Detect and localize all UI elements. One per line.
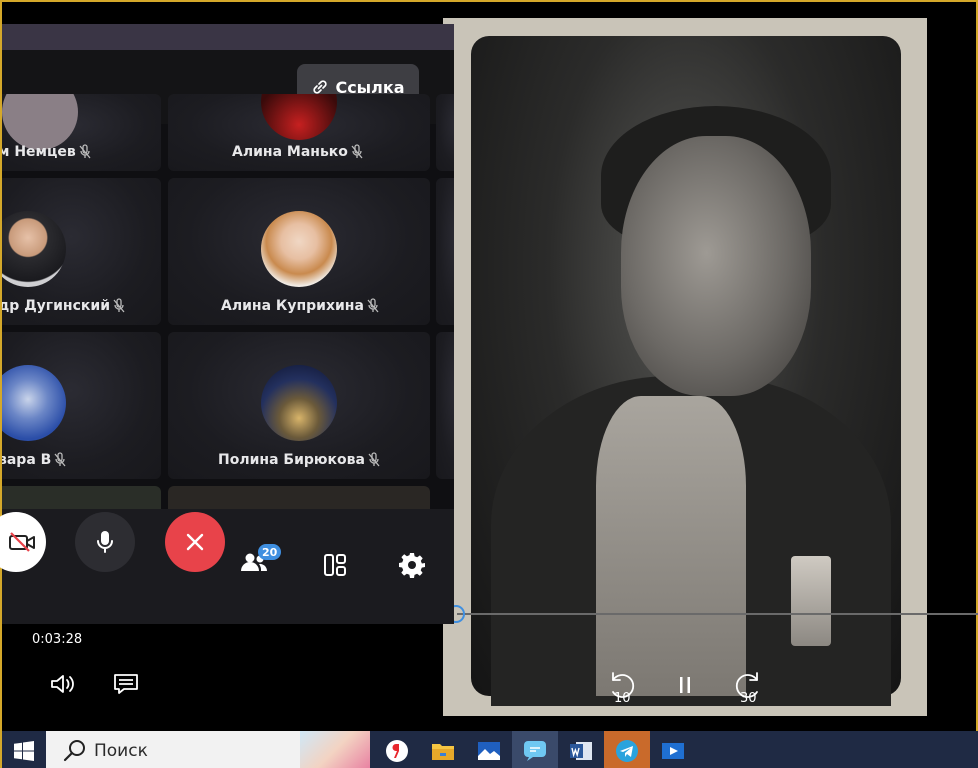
mic-off-icon: [367, 298, 379, 313]
file-explorer-icon: [432, 743, 454, 760]
participant-name: м Немцев: [2, 144, 92, 160]
photo-face: [621, 136, 811, 396]
end-call-button[interactable]: [165, 512, 225, 572]
taskbar-yandex-browser[interactable]: [374, 731, 420, 768]
subtitles-icon: [114, 674, 138, 694]
pause-button[interactable]: [670, 668, 700, 702]
gear-icon: [399, 553, 425, 578]
mic-off-icon: [79, 144, 91, 159]
yandex-browser-icon: [386, 739, 408, 762]
participant-tile[interactable]: Полина Бирюкова: [168, 332, 430, 479]
media-player-icon: [662, 742, 684, 759]
taskbar-telegram[interactable]: [604, 731, 650, 768]
participant-tile[interactable]: [436, 178, 454, 325]
mic-off-icon: [351, 144, 363, 159]
search-icon: [63, 739, 85, 761]
avatar: [261, 365, 337, 441]
rewind-seconds: 10: [614, 691, 631, 706]
volume-button[interactable]: [46, 669, 80, 699]
mic-off-icon: [113, 298, 125, 313]
taskbar-chat-app[interactable]: [512, 731, 558, 768]
participant-name: Полина Бирюкова: [218, 452, 381, 468]
windows-logo-icon: [14, 740, 34, 761]
video-progress-track[interactable]: [457, 613, 978, 615]
word-icon: [570, 741, 592, 760]
taskbar-file-explorer[interactable]: [420, 731, 466, 768]
layout-button[interactable]: [315, 545, 355, 585]
taskbar-word[interactable]: [558, 731, 604, 768]
participant-tile[interactable]: др Дугинский: [2, 178, 161, 325]
call-control-bar: [2, 509, 454, 624]
volume-icon: [51, 675, 74, 693]
microphone-icon: [97, 531, 113, 553]
avatar: [261, 94, 337, 140]
photo-medal: [791, 556, 831, 646]
telegram-icon: [616, 739, 638, 762]
participant-tile[interactable]: вара В: [2, 332, 161, 479]
close-icon: [186, 533, 204, 551]
participant-name: Алина Куприхина: [221, 298, 380, 314]
avatar: [2, 94, 78, 150]
elapsed-time: 0:03:28: [32, 632, 83, 647]
mic-off-icon: [54, 452, 66, 467]
participant-name: Алина Манько: [232, 144, 364, 160]
participant-tile[interactable]: [436, 332, 454, 479]
participant-name: вара В: [2, 452, 67, 468]
participant-count-badge: 20: [258, 544, 282, 560]
participant-tile[interactable]: [436, 94, 454, 171]
layout-grid-icon: [324, 554, 346, 576]
search-highlight-image: [300, 731, 370, 768]
taskbar-media-player[interactable]: [650, 731, 696, 768]
participant-name: др Дугинский: [2, 298, 126, 314]
mic-off-icon: [368, 452, 380, 467]
forward-seconds: 30: [740, 691, 757, 706]
avatar: [2, 211, 66, 287]
call-title-bar: [2, 24, 454, 50]
participant-tile[interactable]: Алина Манько: [168, 94, 430, 171]
microphone-button[interactable]: [75, 512, 135, 572]
taskbar-search[interactable]: Поиск: [46, 731, 370, 768]
taskbar-photos[interactable]: [466, 731, 512, 768]
call-window: Ссылка м Немцев Алина Манько др Дугински…: [2, 24, 454, 624]
video-frame-photo: [443, 18, 927, 716]
pause-icon: [680, 677, 690, 693]
photo-card: [471, 36, 901, 706]
settings-button[interactable]: [392, 545, 432, 585]
start-button[interactable]: [2, 731, 46, 768]
participant-tile[interactable]: Алина Куприхина: [168, 178, 430, 325]
photo-collar: [596, 396, 746, 696]
subtitles-button[interactable]: [109, 669, 143, 699]
avatar: [261, 211, 337, 287]
photos-icon: [478, 741, 500, 760]
participant-tile[interactable]: м Немцев: [2, 94, 161, 171]
camera-off-icon: [9, 532, 35, 552]
avatar: [2, 365, 66, 441]
rewind-button[interactable]: 10: [605, 668, 639, 706]
chat-app-icon: [524, 740, 546, 761]
search-placeholder: Поиск: [94, 740, 148, 761]
participants-grid: м Немцев Алина Манько др Дугинский Алина…: [2, 94, 454, 526]
screen: 0:03:28 10 30 Ссылка м Немцев Алина Мань…: [0, 0, 978, 768]
forward-button[interactable]: 30: [731, 668, 765, 706]
